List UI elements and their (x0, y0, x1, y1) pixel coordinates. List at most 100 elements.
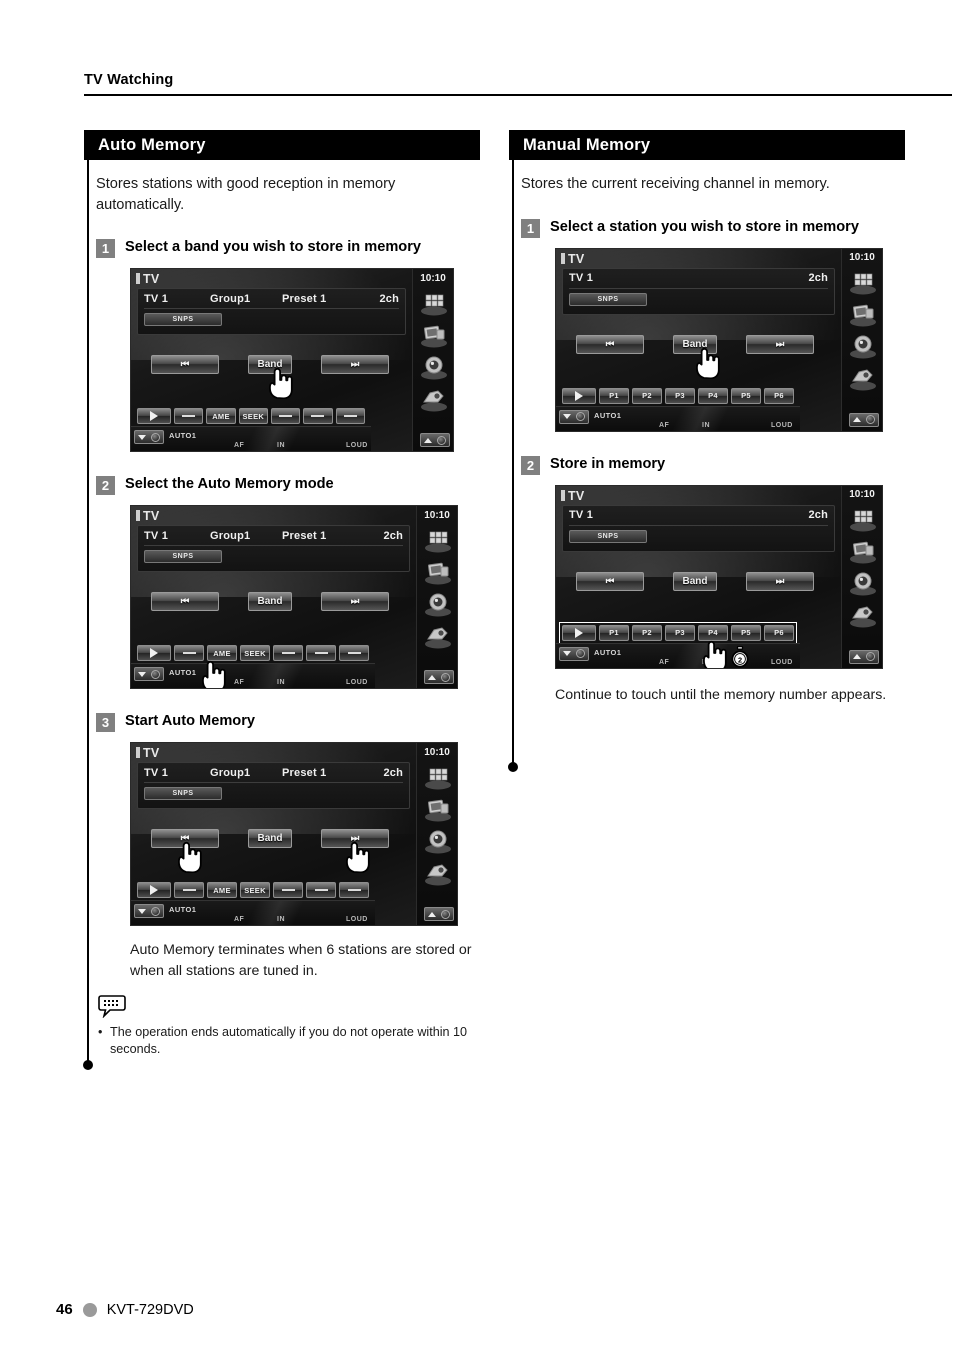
dash-icon (279, 415, 293, 418)
tv-next-button[interactable]: ⏭ (746, 334, 814, 354)
menu-grid-icon[interactable] (845, 267, 880, 298)
menu-grid-icon[interactable] (845, 504, 880, 535)
av-in-icon[interactable] (845, 363, 880, 394)
tv-preset-6-button[interactable]: P6 (764, 624, 794, 641)
tv-func-ame-button[interactable]: AME (207, 882, 237, 899)
tv-func-seek-button[interactable]: SEEK (240, 645, 270, 662)
tv-func-button-2[interactable] (174, 408, 204, 425)
av-in-icon[interactable] (416, 383, 451, 414)
tv-func-button-6[interactable] (303, 408, 333, 425)
tv-snps-button[interactable]: SNPS (569, 292, 647, 306)
display-setup-icon[interactable] (420, 793, 455, 824)
tv-preset-5-button[interactable]: P5 (731, 624, 761, 641)
manual-page: TV Watching Auto Memory Stores stations … (0, 0, 954, 1354)
tv-snps-button[interactable]: SNPS (144, 313, 222, 327)
display-setup-icon[interactable] (845, 536, 880, 567)
tv-loud-indicator: LOUD (346, 679, 368, 687)
tv-func-play-button[interactable] (137, 408, 171, 425)
tv-snps-button[interactable]: SNPS (144, 550, 222, 564)
tv-func-button-7[interactable] (339, 645, 369, 662)
tv-preset-3-button[interactable]: P3 (665, 387, 695, 404)
tv-preset-5-button[interactable]: P5 (731, 387, 761, 404)
tv-func-play-button[interactable] (137, 645, 171, 662)
speaker-icon[interactable] (845, 568, 880, 599)
tv-prev-button[interactable]: ⏮ (151, 355, 219, 375)
tv-preset-3-button[interactable]: P3 (665, 624, 695, 641)
av-in-icon[interactable] (845, 600, 880, 631)
tv-volume-down-button[interactable] (559, 646, 589, 661)
tv-in-indicator: IN (277, 916, 285, 924)
menu-grid-icon[interactable] (420, 524, 455, 555)
tv-func-button-5[interactable] (273, 645, 303, 662)
tv-snps-button[interactable]: SNPS (569, 529, 647, 543)
section-header-manual-memory: Manual Memory (509, 130, 905, 160)
notes-list: • The operation ends automatically if yo… (98, 1024, 480, 1059)
tv-preset-6-button[interactable]: P6 (764, 387, 794, 404)
tv-func-button-5[interactable] (270, 408, 301, 425)
tv-func-play-button[interactable] (137, 882, 171, 899)
speaker-icon[interactable] (420, 588, 455, 619)
knob-icon (441, 909, 451, 919)
tv-prev-button[interactable]: ⏮ (576, 571, 644, 591)
menu-grid-icon[interactable] (416, 287, 451, 318)
step-heading-1: 1 Select a station you wish to store in … (521, 217, 905, 238)
caret-down-icon (137, 671, 146, 677)
av-in-icon[interactable] (420, 857, 455, 888)
tv-func-play-button[interactable] (562, 387, 596, 404)
tv-source-label: TV (136, 272, 160, 286)
tv-prev-button[interactable]: ⏮ (151, 592, 219, 612)
tv-func-button-5[interactable] (273, 882, 303, 899)
tv-preset-1-button[interactable]: P1 (599, 387, 629, 404)
tv-preset-4-button[interactable]: P4 (698, 387, 728, 404)
tv-func-button-6[interactable] (306, 882, 336, 899)
tv-volume-up-button[interactable] (424, 907, 454, 922)
tv-preset-2-button[interactable]: P2 (632, 624, 662, 641)
tv-status-bar: AUTO1 AF IN LOUD (131, 900, 375, 926)
tv-volume-down-button[interactable] (134, 904, 164, 919)
tv-volume-down-button[interactable] (134, 430, 164, 445)
step-heading-2: 2 Store in memory (521, 454, 905, 475)
display-setup-icon[interactable] (420, 556, 455, 587)
tv-func-button-2[interactable] (174, 882, 204, 899)
tv-volume-down-button[interactable] (134, 667, 164, 682)
speaker-icon[interactable] (416, 351, 451, 382)
tv-func-button-6[interactable] (306, 645, 336, 662)
display-setup-icon[interactable] (845, 299, 880, 330)
tv-band-button[interactable]: Band (248, 829, 292, 849)
menu-grid-icon[interactable] (420, 761, 455, 792)
tv-volume-up-button[interactable] (420, 433, 450, 448)
tv-volume-up-button[interactable] (849, 649, 879, 664)
tv-func-button-7[interactable] (339, 882, 369, 899)
tv-volume-up-button[interactable] (849, 412, 879, 427)
tv-next-button[interactable]: ⏭ (746, 571, 814, 591)
tv-preset-1-button[interactable]: P1 (599, 624, 629, 641)
dash-icon (281, 889, 295, 892)
tv-band-button[interactable]: Band (248, 592, 292, 612)
knob-icon (866, 652, 876, 662)
tv-preset-2-button[interactable]: P2 (632, 387, 662, 404)
caret-up-icon (427, 674, 436, 680)
caret-up-icon (423, 437, 432, 443)
tv-info-panel: TV 1 2ch SNPS (562, 504, 835, 552)
step-number-badge: 1 (96, 239, 115, 259)
speaker-icon[interactable] (420, 825, 455, 856)
tv-func-seek-button[interactable]: SEEK (240, 882, 270, 899)
tv-display-area: TV TV 1 Group1 Preset 1 2ch SNPS ⏮ Band … (131, 269, 441, 452)
tv-next-button[interactable]: ⏭ (321, 592, 389, 612)
tv-next-button[interactable]: ⏭ (321, 355, 389, 375)
tv-transport-row: ⏮ Band ⏭ (556, 334, 814, 361)
av-in-icon[interactable] (420, 620, 455, 651)
tv-prev-button[interactable]: ⏮ (576, 334, 644, 354)
tv-volume-down-button[interactable] (559, 409, 589, 424)
tv-snps-button[interactable]: SNPS (144, 787, 222, 801)
display-setup-icon[interactable] (416, 319, 451, 350)
dash-icon (182, 415, 196, 418)
tv-func-seek-button[interactable]: SEEK (238, 408, 268, 425)
speaker-icon[interactable] (845, 331, 880, 362)
tv-func-button-7[interactable] (335, 408, 365, 425)
tv-func-play-button[interactable] (562, 624, 596, 641)
tv-func-ame-button[interactable]: AME (206, 408, 236, 425)
step-heading-1: 1 Select a band you wish to store in mem… (96, 237, 480, 259)
tv-volume-up-button[interactable] (424, 670, 454, 685)
tv-band-button[interactable]: Band (673, 571, 717, 591)
